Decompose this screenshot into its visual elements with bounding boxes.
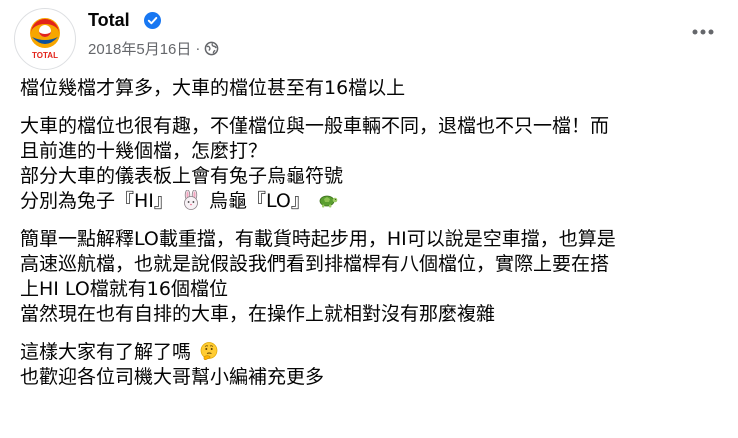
text-line: 當然現在也有自排的大車，在操作上就相對沒有那麼複雜 [20, 303, 496, 325]
paragraph-3: 簡單一點解釋LO載重擋，有載貨時起步用，HI可以說是空車擋，也算是 高速巡航檔，… [20, 227, 720, 327]
post-header: TOTAL Total 2018年5月16日 · [14, 6, 724, 70]
paragraph-1: 檔位幾檔才算多，大車的檔位甚至有16檔以上 [20, 76, 720, 101]
text-line: 大車的檔位也很有趣，不僅檔位與一般車輛不同，退檔也不只一檔！而 [20, 115, 610, 137]
text-line: 檔位幾檔才算多，大車的檔位甚至有16檔以上 [20, 77, 406, 99]
text-segment: 這樣大家有了解了嗎 [20, 341, 192, 363]
text-line: 且前進的十幾個檔，怎麼打？ [20, 140, 268, 162]
text-segment: 分別為兔子『HI』 [20, 190, 173, 212]
text-line: 高速巡航檔，也就是說假設我們看到排檔桿有八個檔位，實際上要在搭 [20, 253, 610, 275]
text-line-with-emoji: 這樣大家有了解了嗎 [20, 340, 720, 365]
turtle-emoji [319, 195, 338, 208]
text-line: 部分大車的儀表板上會有兔子烏龜符號 [20, 165, 344, 187]
text-line: 上HI LO檔就有16個檔位 [20, 278, 228, 300]
avatar-logo-text: TOTAL [32, 51, 58, 60]
post-meta: 2018年5月16日 · [88, 38, 219, 59]
rabbit-face-emoji [184, 190, 198, 210]
more-options-icon [692, 29, 714, 35]
avatar[interactable]: TOTAL [14, 8, 76, 70]
post-timestamp-link[interactable]: 2018年5月16日 [88, 38, 191, 59]
post-body: 檔位幾檔才算多，大車的檔位甚至有16檔以上 大車的檔位也很有趣，不僅檔位與一般車… [20, 76, 720, 403]
verified-badge-icon [144, 12, 161, 29]
thinking-face-emoji [200, 342, 218, 361]
text-line: 也歡迎各位司機大哥幫小編補充更多 [20, 366, 325, 388]
total-logo-icon: TOTAL [30, 18, 60, 60]
paragraph-2: 大車的檔位也很有趣，不僅檔位與一般車輛不同，退檔也不只一檔！而 且前進的十幾個檔… [20, 114, 720, 214]
text-line-with-emoji: 分別為兔子『HI』 烏龜『LO』 [20, 189, 720, 214]
paragraph-4: 這樣大家有了解了嗎 也歡迎各位司機大哥幫小編補充更多 [20, 340, 720, 390]
meta-separator: · [195, 40, 201, 57]
text-line: 簡單一點解釋LO載重擋，有載貨時起步用，HI可以說是空車擋，也算是 [20, 228, 616, 250]
text-segment: 烏龜『LO』 [209, 190, 310, 212]
page-name-link[interactable]: Total [88, 10, 130, 31]
more-options-button[interactable] [688, 22, 718, 42]
globe-icon[interactable] [204, 41, 219, 56]
